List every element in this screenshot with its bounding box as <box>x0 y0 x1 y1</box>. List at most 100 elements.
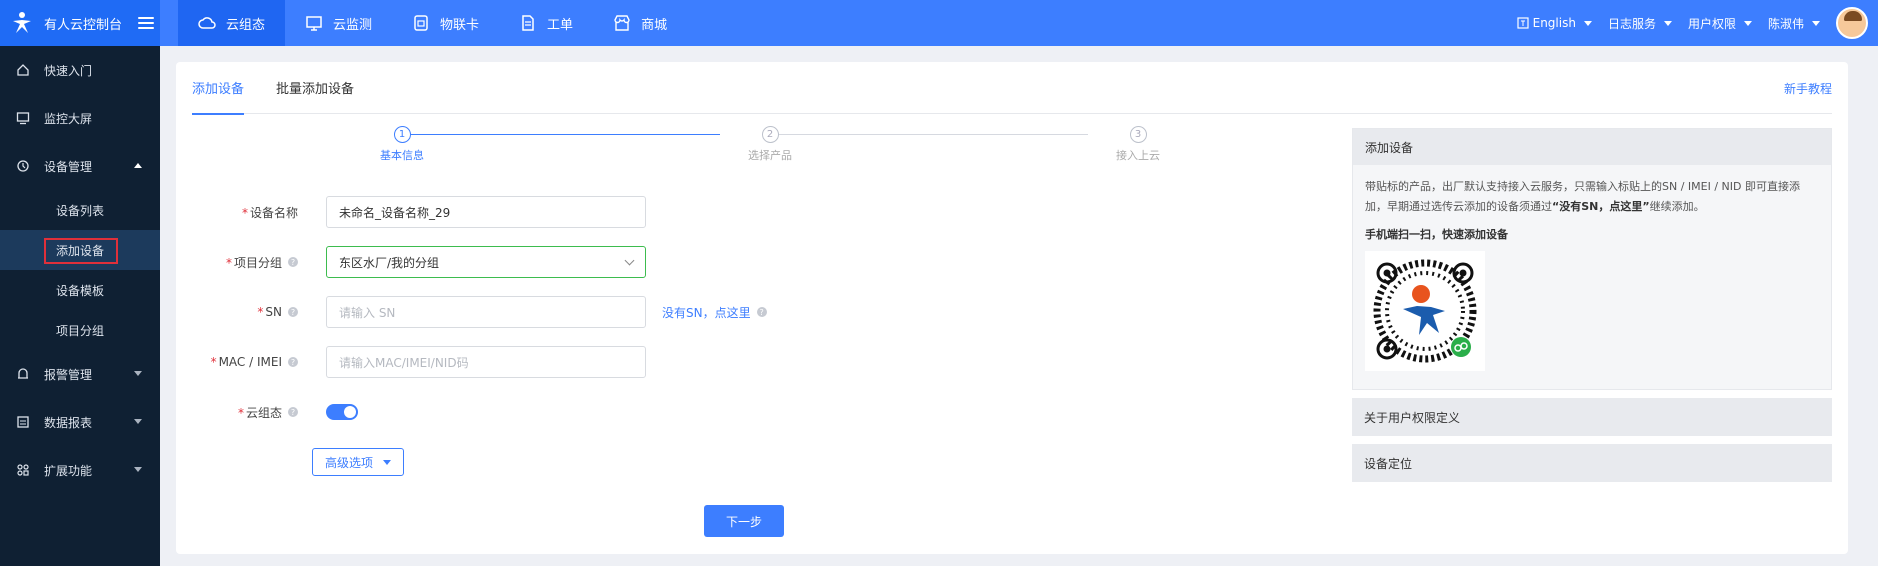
project-group-label: * 项目分组? <box>192 254 302 271</box>
log-service-label: 日志服务 <box>1607 16 1656 31</box>
add-device-help: 添加设备 带贴标的产品，出厂默认支持接入云服务，只需输入标贴上的SN / IME… <box>1352 128 1832 390</box>
logo-icon <box>13 12 31 33</box>
sidebar-subitem-add-device[interactable]: 添加设备 <box>0 230 160 270</box>
sn-row: * SN? 请输入 SN 没有SN，点这里? <box>192 296 767 328</box>
sidebar-item-monitor-screen[interactable]: 监控大屏 <box>0 94 160 142</box>
sidebar-item-label: 报警管理 <box>44 367 93 382</box>
nav-tab-cloud-monitor[interactable]: 云监测 <box>285 0 392 46</box>
nav-tab-iot-card[interactable]: 物联卡 <box>392 0 499 46</box>
help-icon[interactable]: ? <box>288 307 298 317</box>
cloud-config-row: * 云组态? <box>192 396 358 428</box>
chevron-down-icon <box>383 459 392 465</box>
chevron-down-icon <box>1663 20 1672 26</box>
nav-tab-work-order[interactable]: 工单 <box>499 0 593 46</box>
sidebar-item-label: 数据报表 <box>44 415 93 430</box>
device-name-label: * 设备名称 <box>241 205 298 220</box>
sidebar-subitem-label: 设备模板 <box>56 283 105 298</box>
help-panel-title: 添加设备 <box>1353 129 1831 165</box>
sidebar: 快速入门 监控大屏 设备管理 设备列表 添加设备 设备模板 项目分组 报警管理 … <box>0 46 160 566</box>
advanced-options-label: 高级选项 <box>325 455 374 470</box>
nav-tab-label: 商城 <box>641 17 668 33</box>
step-label: 基本信息 <box>380 149 424 162</box>
scan-hint: 手机端扫一扫，快速添加设备 <box>1365 228 1508 241</box>
mac-imei-row: * MAC / IMEI? 请输入MAC/IMEI/NID码 <box>192 346 646 378</box>
help-icon[interactable]: ? <box>288 407 298 417</box>
screen-icon <box>16 112 30 125</box>
sidebar-item-label: 监控大屏 <box>44 111 93 126</box>
no-sn-link[interactable]: 没有SN，点这里? <box>662 304 767 321</box>
step-number: 3 <box>1129 126 1147 143</box>
sidebar-item-extensions[interactable]: 扩展功能 <box>0 446 160 494</box>
sidebar-item-data-report[interactable]: 数据报表 <box>0 398 160 446</box>
sidebar-item-device-management[interactable]: 设备管理 <box>0 142 160 190</box>
brand-title: 有人云控制台 <box>44 17 123 33</box>
user-permission-definition-panel[interactable]: 关于用户权限定义 <box>1352 398 1832 436</box>
sidebar-item-label: 快速入门 <box>44 63 93 78</box>
help-description: 带贴标的产品，出厂默认支持接入云服务，只需输入标贴上的SN / IMEI / N… <box>1365 177 1819 217</box>
nav-tab-label: 物联卡 <box>440 17 480 33</box>
step-basic-info: 1 基本信息 <box>352 126 452 163</box>
help-desc-bold: “没有SN，点这里” <box>1552 200 1650 213</box>
document-icon <box>522 15 534 31</box>
sidebar-subitem-device-list[interactable]: 设备列表 <box>0 190 160 230</box>
help-desc-text: 继续添加。 <box>1649 200 1705 213</box>
advanced-options-button[interactable]: 高级选项 <box>312 448 405 476</box>
chevron-up-icon <box>134 163 142 168</box>
cloud-icon <box>198 17 216 29</box>
sn-input[interactable]: 请输入 SN <box>326 296 646 328</box>
project-group-row: * 项目分组? 东区水厂/我的分组 <box>192 246 646 278</box>
log-service-menu[interactable]: 日志服务 <box>1608 15 1672 32</box>
cloud-config-toggle[interactable] <box>326 404 358 420</box>
help-icon[interactable]: ? <box>288 257 298 267</box>
sidebar-item-quick-start[interactable]: 快速入门 <box>0 46 160 94</box>
no-sn-link-label: 没有SN，点这里 <box>662 305 751 320</box>
beginner-tutorial-link[interactable]: 新手教程 <box>1784 80 1832 97</box>
extension-icon <box>17 464 29 476</box>
step-number: 1 <box>393 126 411 143</box>
step-connect-cloud: 3 接入上云 <box>1088 126 1188 163</box>
main-nav: 云组态 云监测 物联卡 工单 商城 <box>178 0 687 46</box>
mac-imei-input[interactable]: 请输入MAC/IMEI/NID码 <box>326 346 646 378</box>
chevron-down-icon <box>134 419 142 424</box>
step-select-product: 2 选择产品 <box>720 126 820 163</box>
avatar[interactable] <box>1836 7 1868 39</box>
menu-toggle-icon[interactable] <box>138 17 155 29</box>
chevron-down-icon <box>1812 20 1820 26</box>
chevron-down-icon <box>624 255 635 265</box>
sidebar-subitem-device-template[interactable]: 设备模板 <box>0 270 160 310</box>
next-step-button[interactable]: 下一步 <box>704 505 784 537</box>
user-menu[interactable]: 陈淑伟 <box>1768 15 1820 32</box>
monitor-icon <box>306 16 322 31</box>
user-permission-menu[interactable]: 用户权限 <box>1688 15 1752 32</box>
project-group-value: 东区水厂/我的分组 <box>339 255 440 270</box>
nav-tab-label: 云监测 <box>333 17 373 33</box>
nav-tab-cloud-config[interactable]: 云组态 <box>178 0 286 46</box>
shop-icon <box>614 15 630 31</box>
cloud-config-label: * 云组态? <box>192 404 302 421</box>
project-group-select[interactable]: 东区水厂/我的分组 <box>326 246 646 278</box>
step-indicator: 1 基本信息 2 选择产品 3 接入上云 <box>352 126 1160 166</box>
device-location-panel[interactable]: 设备定位 <box>1352 444 1832 482</box>
user-permission-label: 用户权限 <box>1687 16 1736 31</box>
chevron-down-icon <box>1583 20 1592 26</box>
tab-batch-add-device[interactable]: 批量添加设备 <box>276 62 354 114</box>
sidebar-subitem-project-group[interactable]: 项目分组 <box>0 310 160 350</box>
home-icon <box>17 64 29 76</box>
language-label: English <box>1532 16 1576 30</box>
sidebar-subitem-label: 设备列表 <box>56 203 105 218</box>
sidebar-subitem-label: 项目分组 <box>56 323 105 338</box>
language-select[interactable]: English <box>1517 16 1592 30</box>
tab-add-device[interactable]: 添加设备 <box>192 62 245 115</box>
device-name-input[interactable]: 未命名_设备名称_29 <box>326 196 646 228</box>
nav-tab-label: 云组态 <box>226 17 266 33</box>
page-tabs: 添加设备 批量添加设备 新手教程 <box>192 62 1832 115</box>
sidebar-item-alarm-management[interactable]: 报警管理 <box>0 350 160 398</box>
language-icon <box>1517 17 1529 29</box>
help-icon[interactable]: ? <box>288 357 298 367</box>
sim-card-icon <box>414 15 428 31</box>
help-panel-body: 带贴标的产品，出厂默认支持接入云服务，只需输入标贴上的SN / IMEI / N… <box>1353 165 1831 389</box>
brand: 有人云控制台 <box>0 0 160 46</box>
help-icon[interactable]: ? <box>756 307 767 317</box>
nav-tab-shop[interactable]: 商城 <box>593 0 687 46</box>
highlight-box <box>44 238 118 264</box>
